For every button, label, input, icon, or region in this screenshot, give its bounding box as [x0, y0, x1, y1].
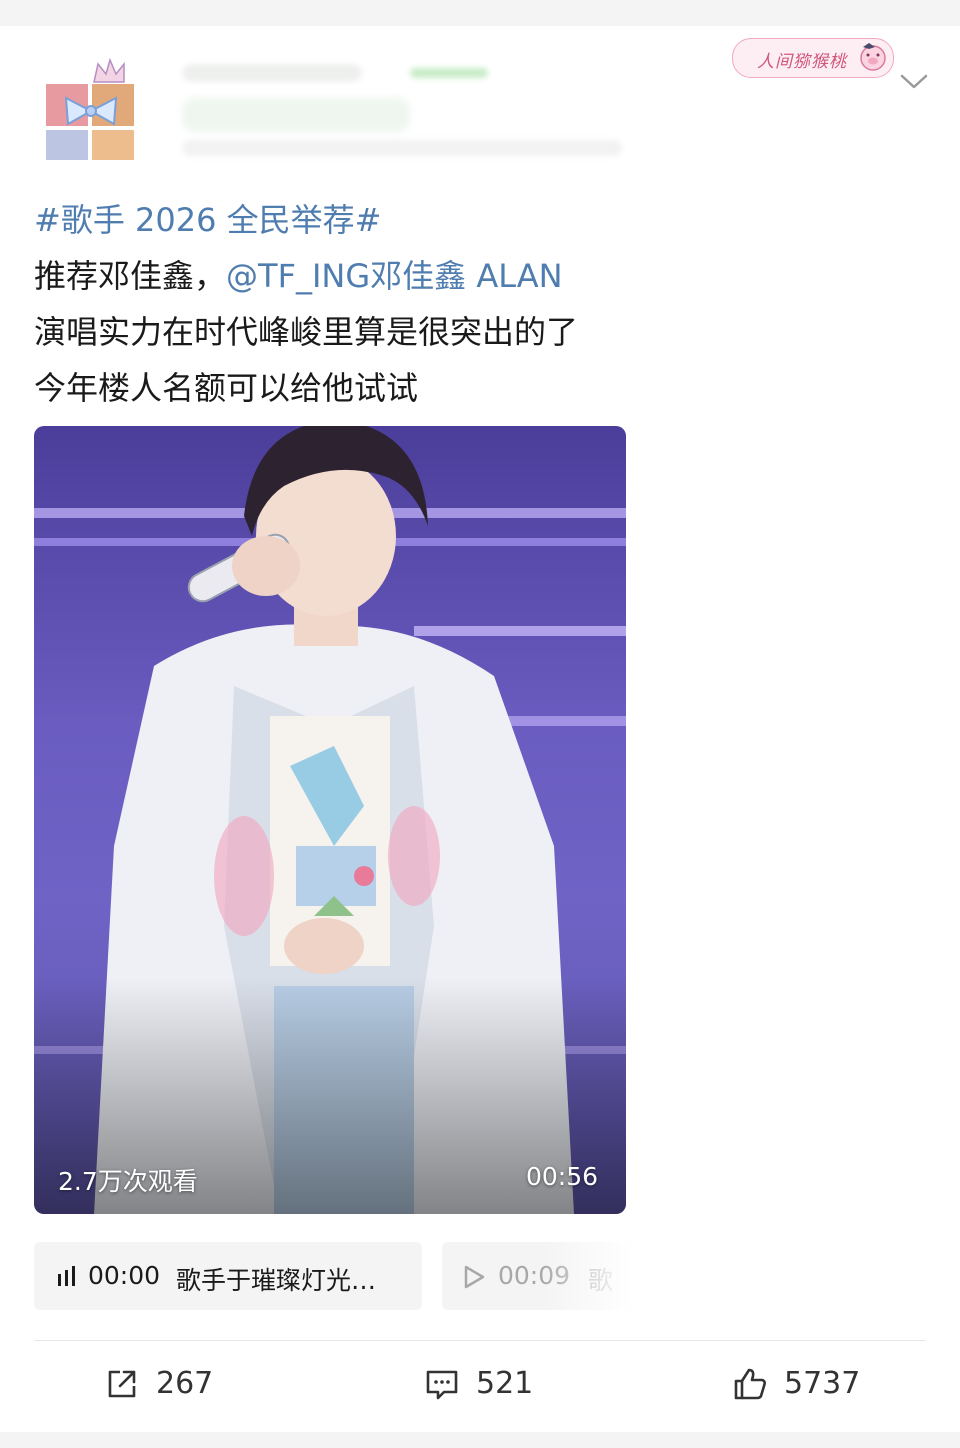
bottom-separator — [0, 1432, 960, 1448]
crown-icon — [93, 57, 125, 83]
share-icon — [108, 1370, 136, 1398]
username-redacted[interactable] — [182, 64, 362, 82]
chapter-item[interactable]: 00:09 歌 — [442, 1242, 632, 1310]
post-line-4: 今年楼人名额可以给他试试 — [34, 369, 419, 407]
bow-icon — [64, 96, 118, 126]
avatar[interactable] — [34, 56, 138, 160]
post-body: #歌手 2026 全民举荐# 推荐邓佳鑫，@TF_ING邓佳鑫 ALAN 演唱实… — [34, 192, 914, 416]
chevron-down-icon[interactable] — [898, 70, 930, 92]
thumbs-up-icon — [734, 1368, 766, 1400]
user-badge-redacted — [410, 68, 488, 78]
like-count: 5737 — [784, 1366, 861, 1401]
audio-bars-icon — [58, 1266, 75, 1286]
view-count: 2.7万次观看 — [58, 1167, 198, 1196]
repost-count: 267 — [156, 1366, 214, 1401]
sticker-text: 人间猕猴桃 — [757, 52, 847, 72]
chapter-time: 00:00 — [88, 1261, 161, 1290]
decoration-sticker[interactable]: 人间猕猴桃 — [732, 38, 894, 78]
chapter-title: 歌 — [588, 1266, 614, 1295]
hashtag-link[interactable]: #歌手 2026 全民举荐# — [34, 192, 914, 248]
chapter-item[interactable]: 00:00 歌手于璀璨灯光… — [34, 1242, 422, 1310]
chapter-time: 00:09 — [498, 1261, 571, 1290]
divider — [34, 1340, 926, 1341]
post-line-2: 推荐邓佳鑫，@TF_ING邓佳鑫 ALAN — [34, 248, 914, 304]
video-player[interactable] — [34, 426, 626, 1214]
pig-icon — [860, 43, 886, 71]
comment-count: 521 — [476, 1366, 534, 1401]
video-duration: 00:56 — [526, 1162, 599, 1191]
post-line-2-text: 推荐邓佳鑫， — [34, 257, 227, 295]
post-line-3: 演唱实力在时代峰峻里算是很突出的了 — [34, 313, 579, 351]
play-icon — [464, 1265, 485, 1289]
post-source-redacted — [182, 140, 622, 156]
mention-link[interactable]: @TF_ING邓佳鑫 ALAN — [226, 257, 563, 295]
chapter-title: 歌手于璀璨灯光… — [176, 1266, 377, 1295]
comment-icon — [426, 1370, 458, 1400]
video-thumbnail — [34, 426, 626, 1214]
user-meta-redacted — [182, 98, 410, 132]
top-separator — [0, 0, 960, 26]
